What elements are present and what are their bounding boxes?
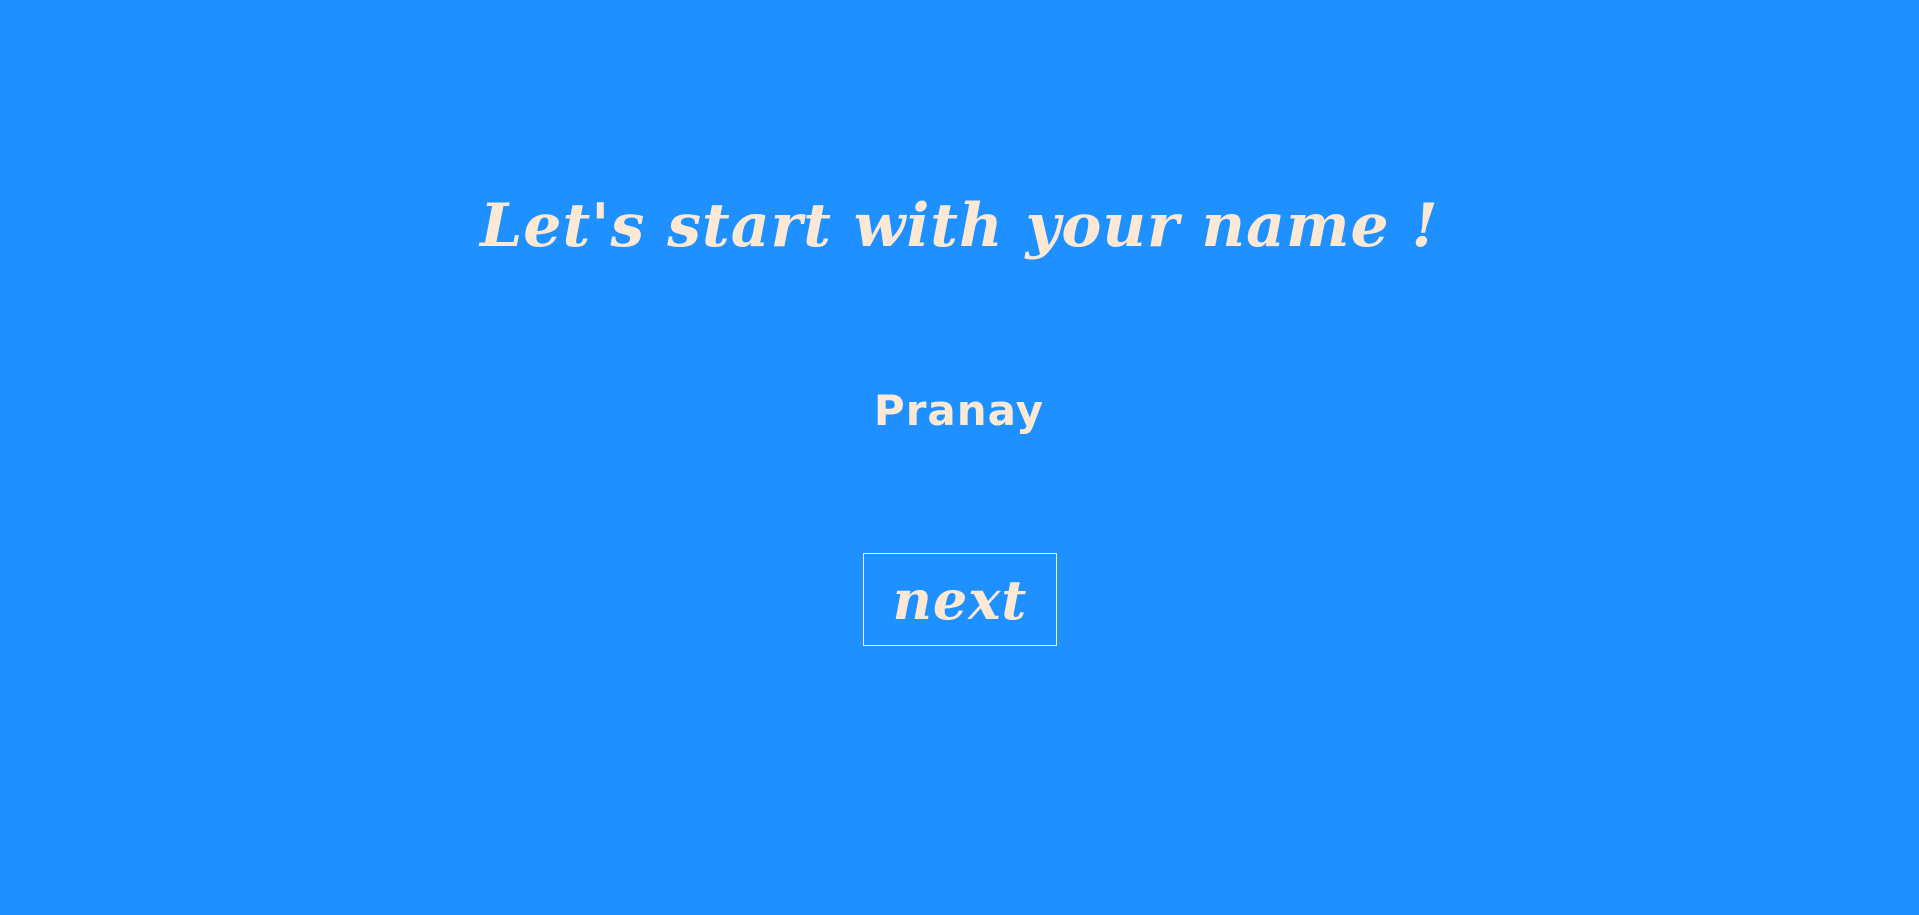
- next-button[interactable]: next: [863, 553, 1057, 646]
- page-title: Let's start with your name !: [480, 191, 1439, 261]
- name-input[interactable]: [659, 380, 1259, 440]
